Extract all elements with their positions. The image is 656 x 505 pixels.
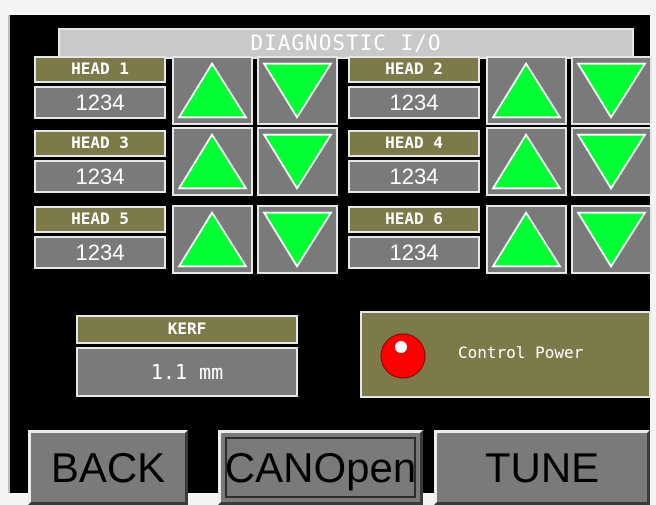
head-1-label: HEAD 1 xyxy=(34,56,166,83)
head-3-down-button[interactable] xyxy=(257,127,338,196)
head-3-up-button[interactable] xyxy=(172,127,253,196)
head-6-label: HEAD 6 xyxy=(348,206,480,233)
head-5-up-button[interactable] xyxy=(172,205,253,274)
head-5-label: HEAD 5 xyxy=(34,206,166,233)
triangle-up-icon xyxy=(491,61,562,119)
triangle-down-icon xyxy=(262,62,333,120)
head-2-down-button[interactable] xyxy=(571,56,652,125)
head-4-label: HEAD 4 xyxy=(348,130,480,157)
tune-button[interactable]: TUNE xyxy=(434,430,650,505)
head-3-label: HEAD 3 xyxy=(34,130,166,157)
head-6-up-button[interactable] xyxy=(486,205,567,274)
control-power-label: Control Power xyxy=(458,343,584,362)
triangle-up-icon xyxy=(491,210,562,268)
triangle-down-icon xyxy=(576,211,647,269)
triangle-up-icon xyxy=(177,132,248,190)
head-4-up-button[interactable] xyxy=(486,127,567,196)
back-button[interactable]: BACK xyxy=(28,430,188,505)
kerf-label: KERF xyxy=(76,315,298,344)
head-2-value: 1234 xyxy=(348,86,480,119)
head-3-value: 1234 xyxy=(34,160,166,193)
head-1-up-button[interactable] xyxy=(172,56,253,125)
head-5-down-button[interactable] xyxy=(257,205,338,274)
head-6-value: 1234 xyxy=(348,236,480,269)
canopen-button-label: CANOpen xyxy=(224,443,417,491)
triangle-up-icon xyxy=(491,132,562,190)
control-power-indicator: Control Power xyxy=(360,311,651,398)
tune-button-label: TUNE xyxy=(484,443,600,491)
head-4-down-button[interactable] xyxy=(571,127,652,196)
head-5-value: 1234 xyxy=(34,236,166,269)
canopen-button[interactable]: CANOpen xyxy=(218,430,423,505)
triangle-up-icon xyxy=(177,210,248,268)
hmi-screen: DIAGNOSTIC I/O HEAD 1 1234 HEAD 2 1234 H… xyxy=(8,15,652,505)
triangle-down-icon xyxy=(262,211,333,269)
back-button-label: BACK xyxy=(50,443,166,491)
head-1-down-button[interactable] xyxy=(257,56,338,125)
triangle-down-icon xyxy=(576,62,647,120)
head-6-down-button[interactable] xyxy=(571,205,652,274)
control-power-led-icon xyxy=(380,333,426,379)
kerf-value: 1.1 mm xyxy=(76,347,298,397)
head-2-up-button[interactable] xyxy=(486,56,567,125)
page-title: DIAGNOSTIC I/O xyxy=(58,28,634,59)
head-4-value: 1234 xyxy=(348,160,480,193)
triangle-down-icon xyxy=(262,133,333,191)
triangle-down-icon xyxy=(576,133,647,191)
triangle-up-icon xyxy=(177,61,248,119)
head-2-label: HEAD 2 xyxy=(348,56,480,83)
head-1-value: 1234 xyxy=(34,86,166,119)
